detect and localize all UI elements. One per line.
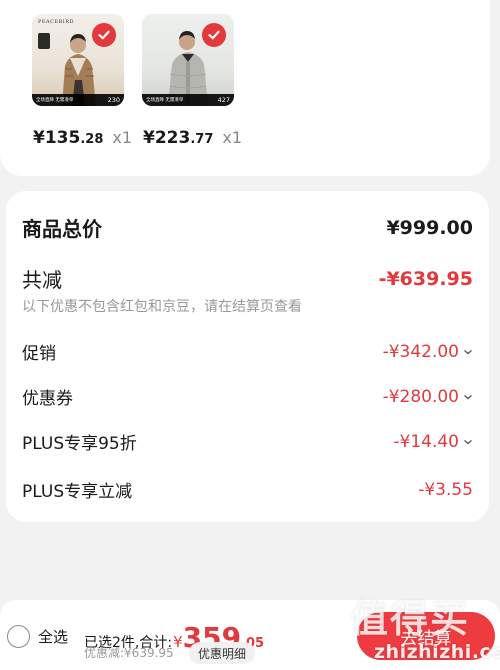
selected-check-icon[interactable] bbox=[92, 23, 116, 47]
product-item[interactable]: 全场直降 无需凑单 427 bbox=[142, 14, 234, 106]
discount-summary-text: 优惠减:¥639.95 bbox=[84, 646, 174, 660]
discount-item-plus-95[interactable]: PLUS专享95折 -¥14.40 bbox=[22, 429, 473, 454]
discount-item-value-wrap: -¥280.00 bbox=[383, 387, 473, 407]
discount-item-label: PLUS专享95折 bbox=[22, 434, 137, 454]
product-thumbnail[interactable]: PEACEBIRD 全场直降 无需凑单 230 bbox=[32, 14, 124, 106]
chevron-down-icon[interactable] bbox=[463, 438, 473, 446]
discount-item-promotion[interactable]: 促销 -¥342.00 bbox=[22, 339, 473, 364]
total-discount-label: 共减 bbox=[22, 268, 62, 292]
price-summary-card: 商品总价 ¥999.00 共减 -¥639.95 以下优惠不包含红包和京豆，请在… bbox=[6, 191, 489, 522]
product-quantity: x1 bbox=[112, 128, 133, 147]
price-decimal: .28 bbox=[80, 132, 104, 147]
discount-item-label: 促销 bbox=[22, 344, 56, 364]
chevron-down-icon[interactable] bbox=[463, 393, 473, 401]
total-discount-row: 共减 -¥639.95 bbox=[22, 264, 473, 293]
select-all-label[interactable]: 全选 bbox=[38, 626, 68, 647]
total-price-label: 商品总价 bbox=[22, 217, 102, 241]
promo-tag: 全场直降 无需凑单 bbox=[146, 98, 184, 103]
selected-products-card: PEACEBIRD 全场直降 无需凑单 230 全场直降 无需凑单 427 ¥ … bbox=[0, 0, 490, 176]
watermark-url: zhizhizhi.com bbox=[374, 641, 500, 663]
discount-item-coupon[interactable]: 优惠券 -¥280.00 bbox=[22, 384, 473, 409]
total-discount-value: -¥639.95 bbox=[378, 267, 473, 290]
price-decimal: .77 bbox=[190, 132, 214, 147]
product-price: ¥ 223 .77 x1 bbox=[143, 128, 242, 148]
total-price-value: ¥999.00 bbox=[386, 216, 473, 239]
discount-note: 以下优惠不包含红包和京豆，请在结算页查看 bbox=[22, 299, 302, 315]
promo-bar: 全场直降 无需凑单 427 bbox=[142, 94, 234, 106]
select-all-radio-icon[interactable] bbox=[7, 625, 30, 648]
product-item[interactable]: PEACEBIRD 全场直降 无需凑单 230 bbox=[32, 14, 124, 106]
product-thumbnail[interactable]: 全场直降 无需凑单 427 bbox=[142, 14, 234, 106]
price-currency: ¥ bbox=[143, 128, 155, 148]
discount-item-label: PLUS专享立减 bbox=[22, 482, 133, 502]
product-quantity: x1 bbox=[222, 128, 243, 147]
discount-item-value: -¥14.40 bbox=[393, 431, 459, 452]
promo-bar: 全场直降 无需凑单 230 bbox=[32, 94, 124, 106]
discount-detail-button[interactable]: 优惠明细 bbox=[189, 642, 256, 664]
total-price-row: 商品总价 ¥999.00 bbox=[22, 213, 473, 242]
selected-check-icon[interactable] bbox=[202, 23, 226, 47]
discount-item-value: -¥280.00 bbox=[382, 386, 459, 407]
discount-item-plus-reduce: PLUS专享立减 -¥3.55 bbox=[22, 477, 473, 503]
discount-item-value: -¥3.55 bbox=[418, 479, 473, 500]
discount-item-value-wrap: -¥14.40 bbox=[393, 432, 473, 452]
promo-count: 230 bbox=[107, 96, 120, 104]
promo-count: 427 bbox=[217, 96, 230, 104]
discount-item-label: 优惠券 bbox=[22, 389, 73, 409]
grand-total-currency: ¥ bbox=[173, 633, 183, 651]
watermark-logo: 值得买 bbox=[350, 597, 471, 641]
promo-tag: 全场直降 无需凑单 bbox=[36, 98, 74, 103]
price-integer: 135 bbox=[44, 128, 81, 148]
product-price: ¥ 135 .28 x1 bbox=[33, 128, 132, 148]
chevron-down-icon[interactable] bbox=[463, 348, 473, 356]
discount-item-value: -¥342.00 bbox=[382, 341, 459, 362]
price-currency: ¥ bbox=[33, 128, 45, 148]
price-integer: 223 bbox=[154, 128, 191, 148]
discount-item-value-wrap: -¥342.00 bbox=[383, 342, 473, 362]
